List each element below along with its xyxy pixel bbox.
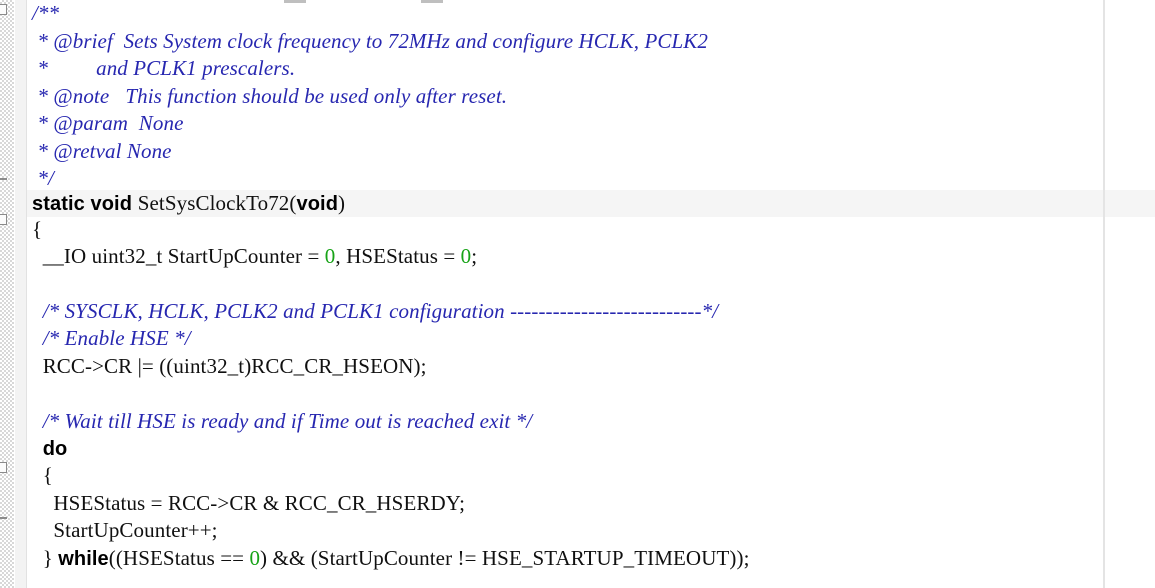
code-token-cmt: * @param None <box>32 111 184 135</box>
code-token-pln: , HSEStatus = <box>335 244 461 268</box>
line-param[interactable]: * @param None <box>27 110 1155 137</box>
line-blank-2[interactable] <box>27 380 1155 407</box>
code-token-num: 0 <box>249 546 261 570</box>
code-token-cmt: * and PCLK1 prescalers. <box>32 56 296 80</box>
code-token-pln: __IO uint32_t StartUpCounter = <box>32 244 325 268</box>
code-token-pln: } <box>32 546 59 570</box>
fold-box-comment-block[interactable] <box>0 4 7 15</box>
code-token-pln: ; <box>471 244 478 268</box>
code-token-pln: ) && (StartUpCounter != HSE_STARTUP_TIME… <box>260 546 750 570</box>
code-token-kw: static void <box>32 193 138 215</box>
code-editor[interactable]: /** * @brief Sets System clock frequency… <box>0 0 1155 588</box>
code-token-pln: StartUpCounter++; <box>32 518 218 542</box>
code-token-kw: while <box>58 548 109 570</box>
code-token-cmt: /* Enable HSE */ <box>32 326 191 350</box>
line-open-brace[interactable]: { <box>27 216 1155 243</box>
line-comment-wait-hse[interactable]: /* Wait till HSE is ready and if Time ou… <box>27 408 1155 435</box>
clipped-underscore-2 <box>421 0 443 3</box>
code-token-num: 0 <box>460 244 472 268</box>
fold-box-do-block[interactable] <box>0 462 7 473</box>
line-comment-sysclk[interactable]: /* SYSCLK, HCLK, PCLK2 and PCLK1 configu… <box>27 298 1155 325</box>
line-brief-cont[interactable]: * and PCLK1 prescalers. <box>27 55 1155 82</box>
line-function-signature[interactable]: static void SetSysClockTo72(void) <box>27 190 1155 217</box>
line-blank-1[interactable] <box>27 271 1155 298</box>
code-token-cmt: * @brief Sets System clock frequency to … <box>32 29 708 53</box>
line-comment-close[interactable]: */ <box>27 165 1155 192</box>
line-do-open-brace[interactable]: { <box>27 462 1155 489</box>
line-number-gutter <box>15 0 26 588</box>
line-declaration[interactable]: __IO uint32_t StartUpCounter = 0, HSESta… <box>27 243 1155 270</box>
clipped-underscore-1 <box>284 0 306 3</box>
code-folding-gutter[interactable] <box>0 0 14 588</box>
line-note[interactable]: * @note This function should be used onl… <box>27 83 1155 110</box>
line-retval[interactable]: * @retval None <box>27 138 1155 165</box>
code-token-pln <box>32 436 43 460</box>
code-token-pln: { <box>32 463 53 487</box>
code-token-num: 0 <box>324 244 336 268</box>
line-hsestatus-assign[interactable]: HSEStatus = RCC->CR & RCC_CR_HSERDY; <box>27 490 1155 517</box>
line-comment-open[interactable]: /** <box>27 0 1155 27</box>
code-token-pln: RCC->CR |= ((uint32_t)RCC_CR_HSEON); <box>32 354 427 378</box>
code-token-cmt: * @note This function should be used onl… <box>32 84 508 108</box>
code-token-kw: void <box>296 193 339 215</box>
code-token-pln: ) <box>338 191 346 215</box>
code-token-pln: SetSysClockTo72( <box>137 191 297 215</box>
line-brief[interactable]: * @brief Sets System clock frequency to … <box>27 28 1155 55</box>
line-rcc-cr-hseon[interactable]: RCC->CR |= ((uint32_t)RCC_CR_HSEON); <box>27 353 1155 380</box>
code-token-pln: HSEStatus = RCC->CR & RCC_CR_HSERDY; <box>32 491 466 515</box>
code-token-pln: ((HSEStatus == <box>108 546 250 570</box>
line-while[interactable]: } while((HSEStatus == 0) && (StartUpCoun… <box>27 545 1155 572</box>
fold-dash-do-end[interactable] <box>0 517 7 519</box>
code-text-area[interactable]: /** * @brief Sets System clock frequency… <box>27 0 1155 588</box>
line-startupcounter-inc[interactable]: StartUpCounter++; <box>27 517 1155 544</box>
code-token-cmt: /* Wait till HSE is ready and if Time ou… <box>32 409 533 433</box>
code-token-cmt: * @retval None <box>32 139 172 163</box>
gutter-divider <box>26 0 27 588</box>
gutter-separator <box>14 0 15 588</box>
print-margin-ruler <box>1103 0 1105 588</box>
fold-box-function-body[interactable] <box>0 214 7 225</box>
code-token-cmt: */ <box>32 166 54 190</box>
code-token-kw: do <box>42 438 68 460</box>
code-token-cmt: /** <box>32 1 60 25</box>
line-comment-enable-hse[interactable]: /* Enable HSE */ <box>27 325 1155 352</box>
code-token-cmt: /* SYSCLK, HCLK, PCLK2 and PCLK1 configu… <box>32 299 719 323</box>
code-token-pln: { <box>32 217 43 241</box>
line-do[interactable]: do <box>27 435 1155 462</box>
fold-dash-comment-end[interactable] <box>0 178 7 180</box>
